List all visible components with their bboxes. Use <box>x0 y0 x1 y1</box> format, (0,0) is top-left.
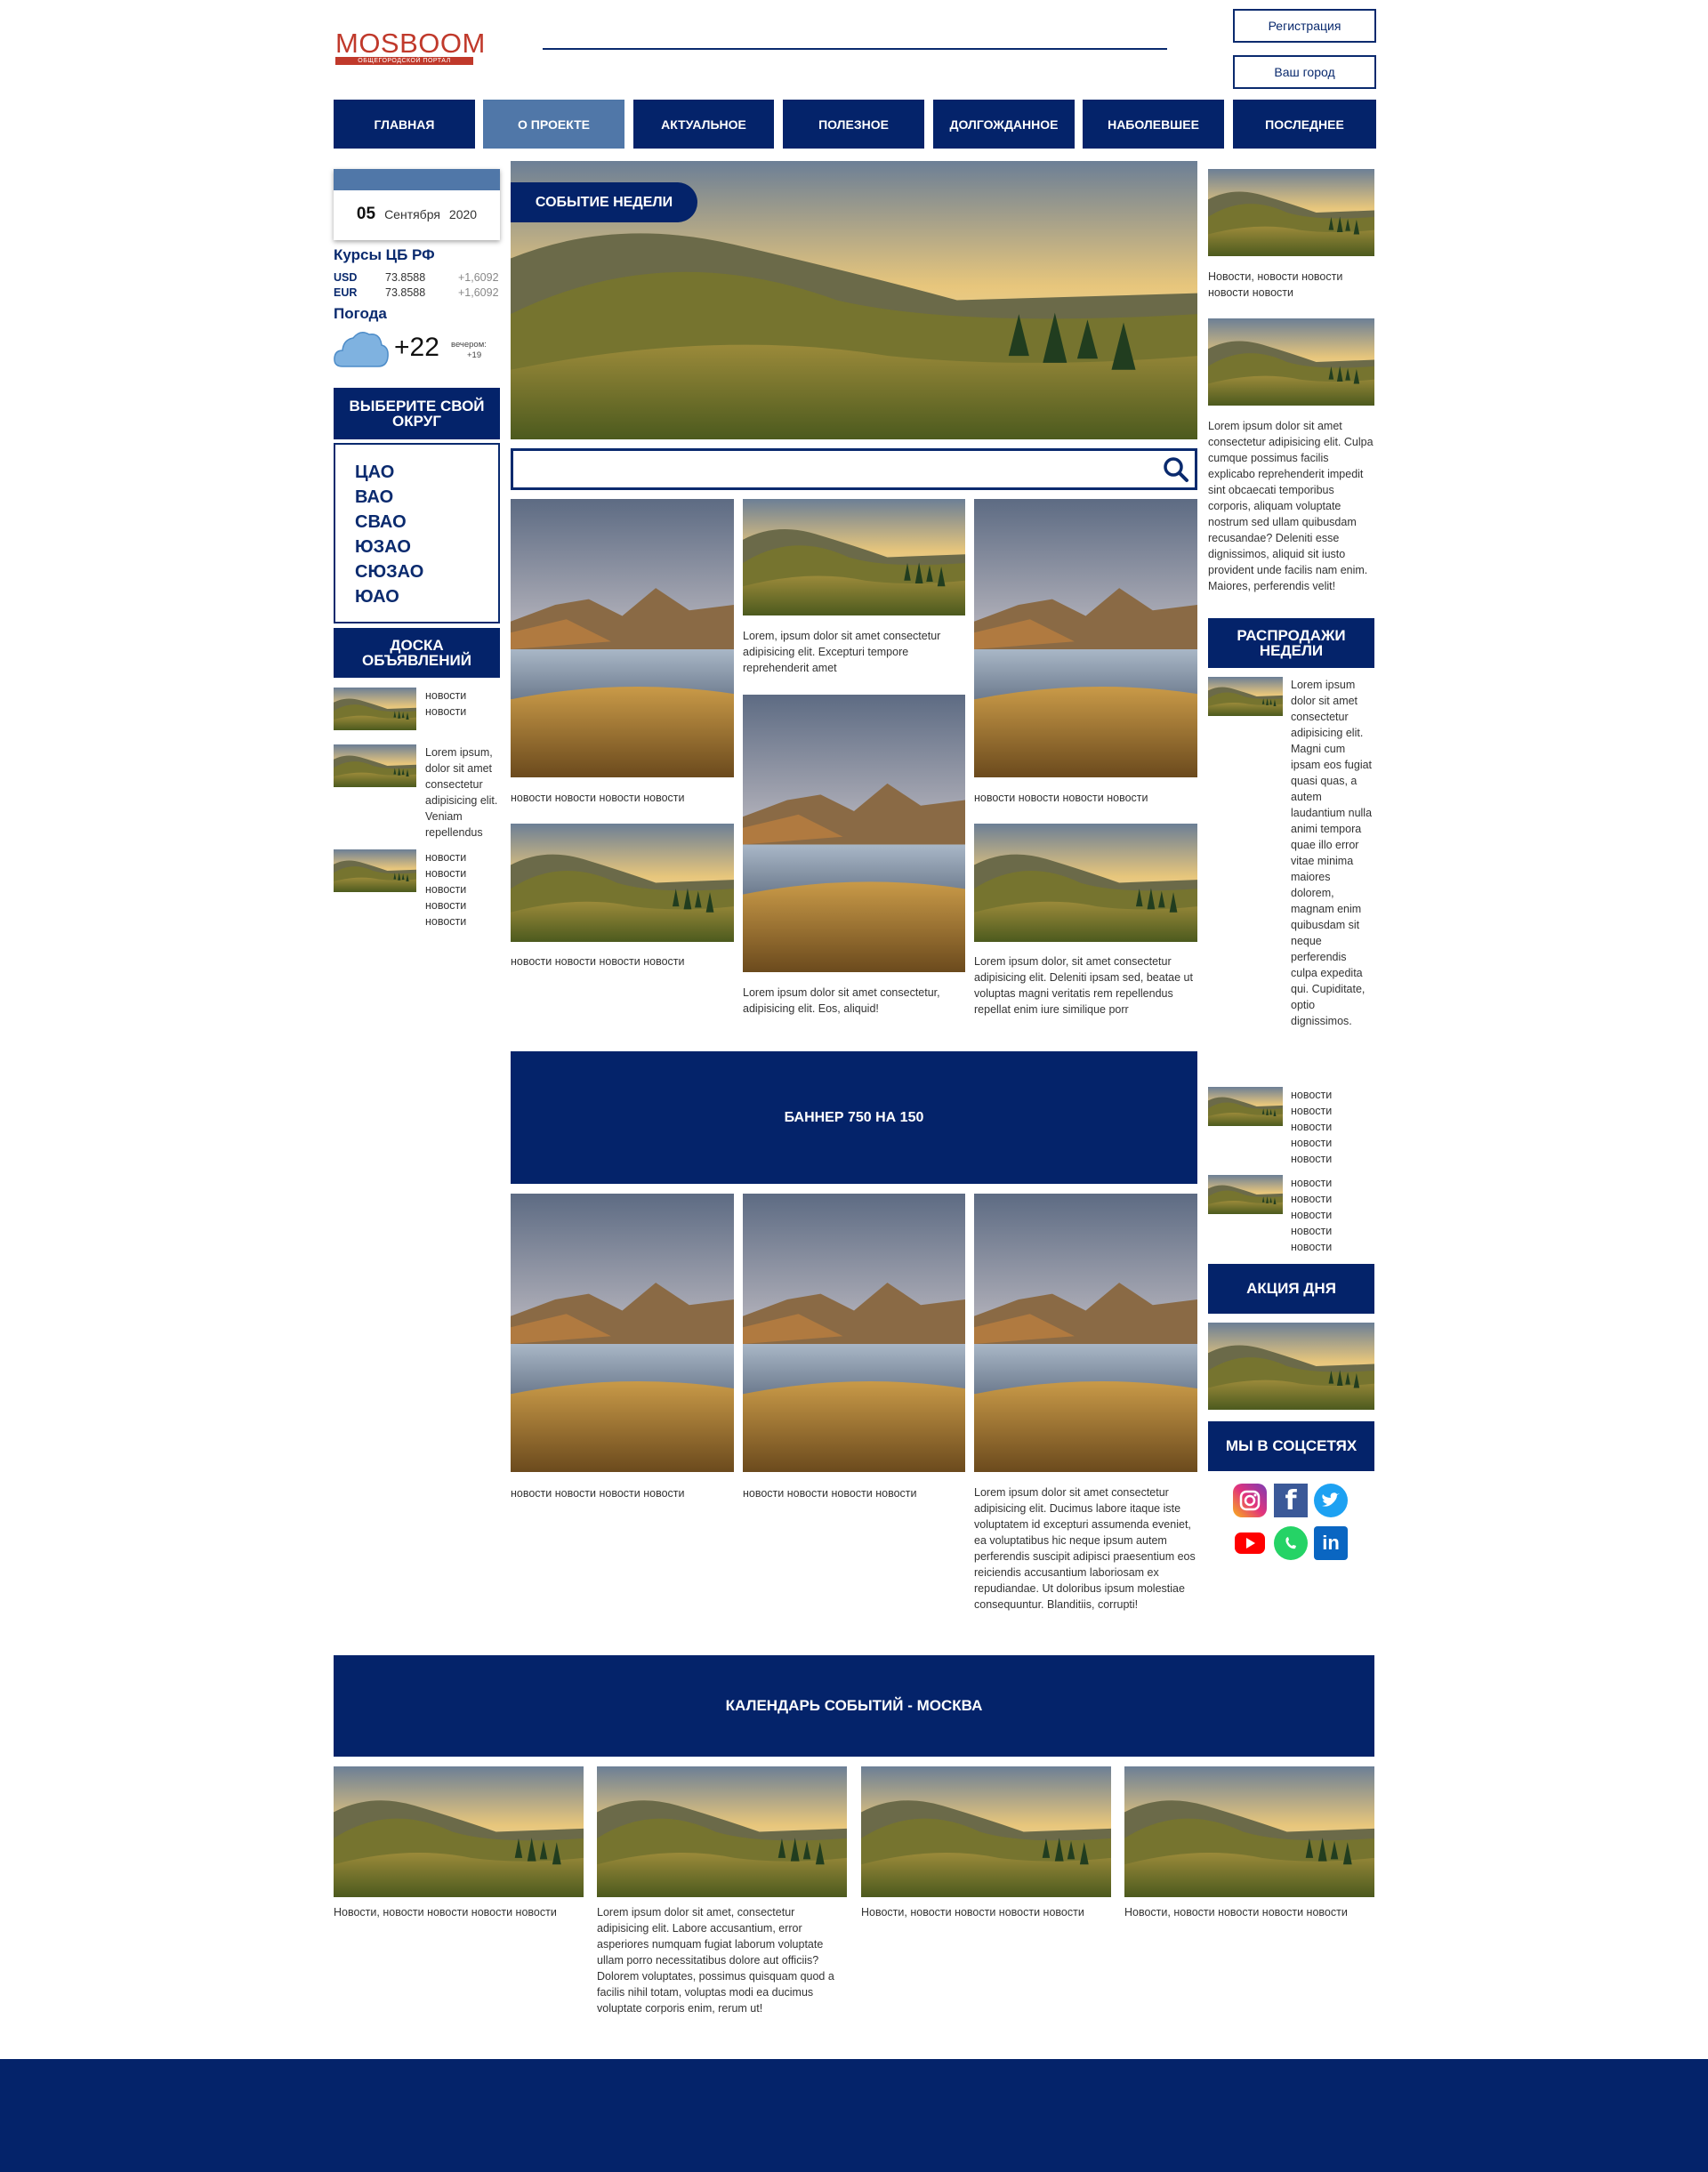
nav-awaited[interactable]: ДОЛГОЖДАННОЕ <box>933 100 1075 149</box>
district-link-vao[interactable]: ВАО <box>335 485 498 510</box>
district-link-syuzao[interactable]: СЮЗАО <box>335 559 498 584</box>
board-text[interactable]: новости новости новости новости новости <box>425 849 479 929</box>
calendar-day: 05 <box>356 205 376 223</box>
nav-painful[interactable]: НАБОЛЕВШЕЕ <box>1083 100 1224 149</box>
weather-temp: +22 <box>394 333 439 362</box>
weather-evening-label: вечером: <box>451 340 487 350</box>
facebook-icon[interactable]: f <box>1274 1484 1308 1517</box>
news-caption[interactable]: Lorem ipsum dolor sit amet consectetur a… <box>974 1484 1198 1613</box>
header-line <box>543 48 1167 50</box>
right-news-caption[interactable]: Lorem ipsum dolor sit amet consectetur a… <box>1208 418 1377 594</box>
right-news-caption[interactable]: Новости, новости новости новости новости <box>1208 269 1374 301</box>
board-image[interactable] <box>334 688 416 730</box>
event-image[interactable] <box>1124 1766 1374 1897</box>
currency-value: 73.8588 <box>385 286 426 299</box>
sales-text[interactable]: новости новости новости новости новости <box>1291 1175 1344 1255</box>
promo-image[interactable] <box>1208 1323 1374 1410</box>
nav-actual[interactable]: АКТУАЛЬНОЕ <box>633 100 774 149</box>
sales-title: РАСПРОДАЖИ НЕДЕЛИ <box>1208 618 1374 668</box>
cloud-icon <box>334 326 389 370</box>
sales-image[interactable] <box>1208 1175 1283 1214</box>
news-caption[interactable]: новости новости новости новости <box>511 953 734 969</box>
right-news-image[interactable] <box>1208 318 1374 406</box>
news-caption[interactable]: новости новости новости новости <box>511 790 734 806</box>
search-input[interactable] <box>520 451 1143 487</box>
nav-latest[interactable]: ПОСЛЕДНЕЕ <box>1233 100 1376 149</box>
logo[interactable]: MOSBOOM ОБЩЕГОРОДСКОЙ ПОРТАЛ <box>335 28 486 65</box>
weather-evening-temp: +19 <box>467 350 482 360</box>
rates-table: USD 73.8588 +1,6092 EUR 73.8588 +1,6092 <box>334 270 503 301</box>
banner[interactable]: БАННЕР 750 НА 150 <box>511 1051 1197 1184</box>
sales-text[interactable]: новости новости новости новости новости <box>1291 1087 1344 1167</box>
sales-text[interactable]: Lorem ipsum dolor sit amet consectetur a… <box>1291 677 1374 1029</box>
calendar-header <box>334 169 500 190</box>
calendar-widget: 05 Сентября 2020 <box>334 169 500 240</box>
footer <box>0 2059 1708 2172</box>
event-of-week-badge[interactable]: СОБЫТИЕ НЕДЕЛИ <box>511 182 697 222</box>
districts-list: ЦАО ВАО СВАО ЮЗАО СЮЗАО ЮАО <box>334 443 500 623</box>
news-image[interactable] <box>511 824 734 942</box>
news-image[interactable] <box>511 1194 734 1472</box>
news-caption[interactable]: новости новости новости новости <box>743 1485 965 1501</box>
board-text[interactable]: новости новости <box>425 688 496 720</box>
nav-home[interactable]: ГЛАВНАЯ <box>334 100 475 149</box>
board-image[interactable] <box>334 744 416 787</box>
linkedin-icon[interactable]: in <box>1314 1526 1348 1560</box>
currency-code: EUR <box>334 286 358 299</box>
calendar-year: 2020 <box>448 207 478 221</box>
nav-useful[interactable]: ПОЛЕЗНОЕ <box>783 100 924 149</box>
city-button[interactable]: Ваш город <box>1233 55 1376 89</box>
event-image[interactable] <box>597 1766 847 1897</box>
sales-image[interactable] <box>1208 1087 1283 1126</box>
news-image[interactable] <box>743 499 965 615</box>
instagram-icon[interactable] <box>1233 1484 1267 1517</box>
event-caption[interactable]: Новости, новости новости новости новости <box>1124 1904 1378 1920</box>
news-caption[interactable]: Lorem ipsum dolor, sit amet consectetur … <box>974 953 1198 1018</box>
search-icon[interactable] <box>1163 456 1189 483</box>
district-link-svao[interactable]: СВАО <box>335 510 498 535</box>
weather-title: Погода <box>334 305 387 322</box>
social-title: МЫ В СОЦСЕТЯХ <box>1208 1421 1374 1471</box>
district-link-cao[interactable]: ЦАО <box>335 460 498 485</box>
youtube-icon[interactable] <box>1233 1526 1267 1560</box>
events-calendar-title: КАЛЕНДАРЬ СОБЫТИЙ - МОСКВА <box>334 1655 1374 1757</box>
event-caption[interactable]: Новости, новости новости новости новости <box>861 1904 1115 1920</box>
news-image[interactable] <box>743 1194 965 1472</box>
register-button[interactable]: Регистрация <box>1233 9 1376 43</box>
rates-title: Курсы ЦБ РФ <box>334 246 435 263</box>
whatsapp-icon[interactable] <box>1274 1526 1308 1560</box>
news-caption[interactable]: новости новости новости новости <box>974 790 1197 806</box>
board-image[interactable] <box>334 849 416 892</box>
calendar-month: Сентября <box>384 207 440 221</box>
promo-title: АКЦИЯ ДНЯ <box>1208 1264 1374 1314</box>
currency-change: +1,6092 <box>458 286 499 299</box>
currency-change: +1,6092 <box>458 271 499 284</box>
right-news-image[interactable] <box>1208 169 1374 256</box>
news-caption[interactable]: новости новости новости новости <box>511 1485 734 1501</box>
twitter-icon[interactable] <box>1314 1484 1348 1517</box>
district-link-yuzao[interactable]: ЮЗАО <box>335 535 498 559</box>
news-image[interactable] <box>743 695 965 972</box>
board-text[interactable]: Lorem ipsum, dolor sit amet consectetur … <box>425 744 500 841</box>
currency-code: USD <box>334 271 358 284</box>
districts-title: ВЫБЕРИТЕ СВОЙ ОКРУГ <box>334 388 500 439</box>
event-image[interactable] <box>861 1766 1111 1897</box>
news-image[interactable] <box>974 499 1197 777</box>
event-image[interactable] <box>334 1766 584 1897</box>
search-box[interactable] <box>511 448 1197 490</box>
news-image[interactable] <box>974 1194 1197 1472</box>
news-caption[interactable]: Lorem ipsum dolor sit amet consectetur, … <box>743 985 967 1017</box>
news-image[interactable] <box>511 499 734 777</box>
board-title: ДОСКА ОБЪЯВЛЕНИЙ <box>334 628 500 678</box>
currency-value: 73.8588 <box>385 271 426 284</box>
nav-about[interactable]: О ПРОЕКТЕ <box>483 100 624 149</box>
news-image[interactable] <box>974 824 1197 942</box>
district-link-yuao[interactable]: ЮАО <box>335 584 498 609</box>
event-caption[interactable]: Lorem ipsum dolor sit amet, consectetur … <box>597 1904 846 2016</box>
logo-text: MOSBOOM <box>335 28 486 59</box>
sales-image[interactable] <box>1208 677 1283 716</box>
event-caption[interactable]: Новости, новости новости новости новости <box>334 1904 587 1920</box>
news-caption[interactable]: Lorem, ipsum dolor sit amet consectetur … <box>743 628 967 676</box>
